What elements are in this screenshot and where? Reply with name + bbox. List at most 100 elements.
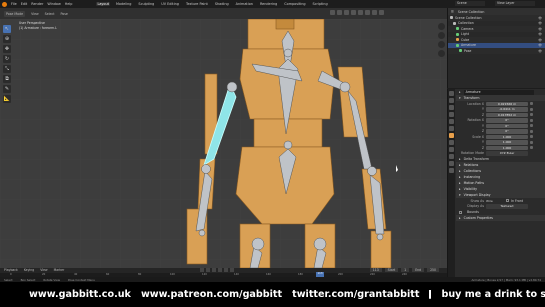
rotation-mode-dropdown[interactable]: XYZ Euler (486, 151, 528, 156)
lock-icon[interactable] (530, 118, 533, 122)
menu-marker[interactable]: Marker (54, 268, 65, 272)
lock-icon[interactable] (530, 129, 533, 133)
tab-shading[interactable]: Shading (214, 2, 230, 6)
visibility-eye-icon[interactable]: 👁 (538, 49, 542, 53)
outliner-filter-icon[interactable]: ☰ (451, 10, 454, 14)
visibility-eye-icon[interactable]: 👁 (538, 27, 542, 31)
shading-wire-icon[interactable] (358, 10, 363, 15)
checkbox[interactable] (459, 210, 462, 214)
lock-icon[interactable] (530, 113, 533, 117)
tab-sculpting[interactable]: Sculpting (137, 2, 155, 6)
transform-icon[interactable]: ⧉ (3, 75, 11, 83)
tab-texture-paint[interactable]: Texture Paint (185, 2, 209, 6)
lock-icon[interactable] (530, 146, 533, 150)
menu-help[interactable]: Help (65, 2, 73, 6)
current-frame-field[interactable]: 113 (369, 268, 382, 272)
output-tab-icon[interactable] (449, 105, 454, 110)
outliner-row[interactable]: Pose 👁 (448, 48, 545, 54)
scale-z-field[interactable]: 1.000 (486, 145, 528, 150)
visibility-icon[interactable] (330, 10, 335, 15)
visibility-eye-icon[interactable]: 👁 (538, 32, 542, 36)
scale-y-field[interactable]: 1.000 (486, 140, 528, 145)
mode-dropdown[interactable]: Pose Mode (4, 10, 26, 17)
blender-logo-icon[interactable] (2, 1, 7, 7)
scene-tab-icon[interactable] (449, 119, 454, 124)
rotate-icon[interactable]: ↻ (3, 55, 11, 63)
move-icon[interactable]: ✥ (3, 45, 11, 53)
physics-tab-icon[interactable] (449, 147, 454, 152)
lock-icon[interactable] (530, 107, 533, 111)
jump-end-icon[interactable] (230, 268, 234, 272)
menu-timeline-view[interactable]: View (40, 268, 47, 272)
end-frame-field[interactable]: 250 (427, 268, 439, 272)
view-layer-selector[interactable]: View Layer (495, 1, 535, 6)
constraint-tab-icon[interactable] (449, 154, 454, 159)
menu-render[interactable]: Render (31, 2, 43, 6)
patreon-link[interactable]: www.patreon.com/gabbitt (141, 289, 282, 300)
website-link[interactable]: www.gabbitt.co.uk (29, 289, 131, 300)
menu-keying[interactable]: Keying (24, 268, 34, 272)
location-y-field[interactable]: -0.6411 m (486, 107, 528, 112)
tool-tab-icon[interactable] (449, 91, 454, 96)
render-tab-icon[interactable] (449, 98, 454, 103)
world-tab-icon[interactable] (449, 126, 454, 131)
select-icon[interactable]: ↖ (3, 25, 11, 33)
jump-start-icon[interactable] (200, 268, 204, 272)
prev-key-icon[interactable] (206, 268, 210, 272)
gizmo-toggle-icon[interactable] (337, 10, 342, 15)
visibility-eye-icon[interactable]: 👁 (538, 38, 542, 42)
modifier-tab-icon[interactable] (449, 140, 454, 145)
tab-layout[interactable]: Layout (96, 2, 110, 6)
scale-icon[interactable]: ⤡ (3, 65, 11, 73)
visibility-eye-icon[interactable]: 👁 (538, 43, 542, 47)
menu-window[interactable]: Window (47, 2, 60, 6)
menu-playback[interactable]: Playback (4, 268, 18, 272)
scale-x-field[interactable]: 1.000 (486, 134, 528, 139)
tab-modeling[interactable]: Modeling (115, 2, 132, 6)
start-frame-field[interactable]: 1 (401, 268, 410, 272)
zoom-icon[interactable] (438, 23, 445, 30)
section-custom-props[interactable]: ▸ Custom Properties (456, 215, 545, 221)
lock-icon[interactable] (530, 102, 533, 106)
tab-compositing[interactable]: Compositing (283, 2, 306, 6)
shading-solid-icon[interactable] (365, 10, 370, 15)
scene-selector[interactable]: Scene (455, 1, 485, 6)
visibility-eye-icon[interactable]: 👁 (538, 21, 542, 25)
rotation-y-field[interactable]: 0° (486, 123, 528, 128)
lock-icon[interactable] (530, 135, 533, 139)
twitter-link[interactable]: twitter.com/grantabbitt (292, 289, 419, 300)
measure-icon[interactable]: 📐 (3, 95, 11, 103)
cursor-icon[interactable]: ⊕ (3, 35, 11, 43)
location-z-field[interactable]: 0.017852 m (486, 112, 528, 117)
visibility-eye-icon[interactable]: 👁 (538, 16, 542, 20)
display-as-dropdown[interactable]: Textured (486, 204, 528, 209)
menu-file[interactable]: File (11, 2, 17, 6)
rotation-z-field[interactable]: 0° (486, 129, 528, 134)
lock-icon[interactable] (530, 140, 533, 144)
object-name-field[interactable]: Armature (463, 89, 534, 95)
play-icon[interactable] (218, 268, 222, 272)
rotation-x-field[interactable]: 0° (486, 118, 528, 123)
location-x-field[interactable]: 0.021566 m (486, 101, 528, 106)
bone-tab-icon[interactable] (449, 168, 454, 173)
show-as-value[interactable]: Wire (486, 199, 506, 203)
camera-view-icon[interactable] (438, 41, 445, 48)
3d-viewport[interactable]: ↖ ⊕ ✥ ↻ ⤡ ⧉ ✎ 📐 User Perspective (1) Arm… (0, 19, 447, 268)
tab-uv-editing[interactable]: UV Editing (160, 2, 180, 6)
tab-animation[interactable]: Animation (235, 2, 254, 6)
tab-rendering[interactable]: Rendering (259, 2, 278, 6)
lock-icon[interactable] (530, 124, 533, 128)
ortho-toggle-icon[interactable] (438, 50, 445, 57)
checkbox[interactable] (506, 199, 509, 203)
object-tab-icon[interactable] (449, 133, 454, 138)
overlay-icon[interactable] (344, 10, 349, 15)
xray-icon[interactable] (351, 10, 356, 15)
armature-data-tab-icon[interactable] (449, 161, 454, 166)
next-key-icon[interactable] (224, 268, 228, 272)
pan-icon[interactable] (438, 32, 445, 39)
shading-material-icon[interactable] (372, 10, 377, 15)
menu-edit[interactable]: Edit (21, 2, 28, 6)
shading-render-icon[interactable] (379, 10, 384, 15)
menu-view[interactable]: View (31, 12, 39, 16)
play-reverse-icon[interactable] (212, 268, 216, 272)
